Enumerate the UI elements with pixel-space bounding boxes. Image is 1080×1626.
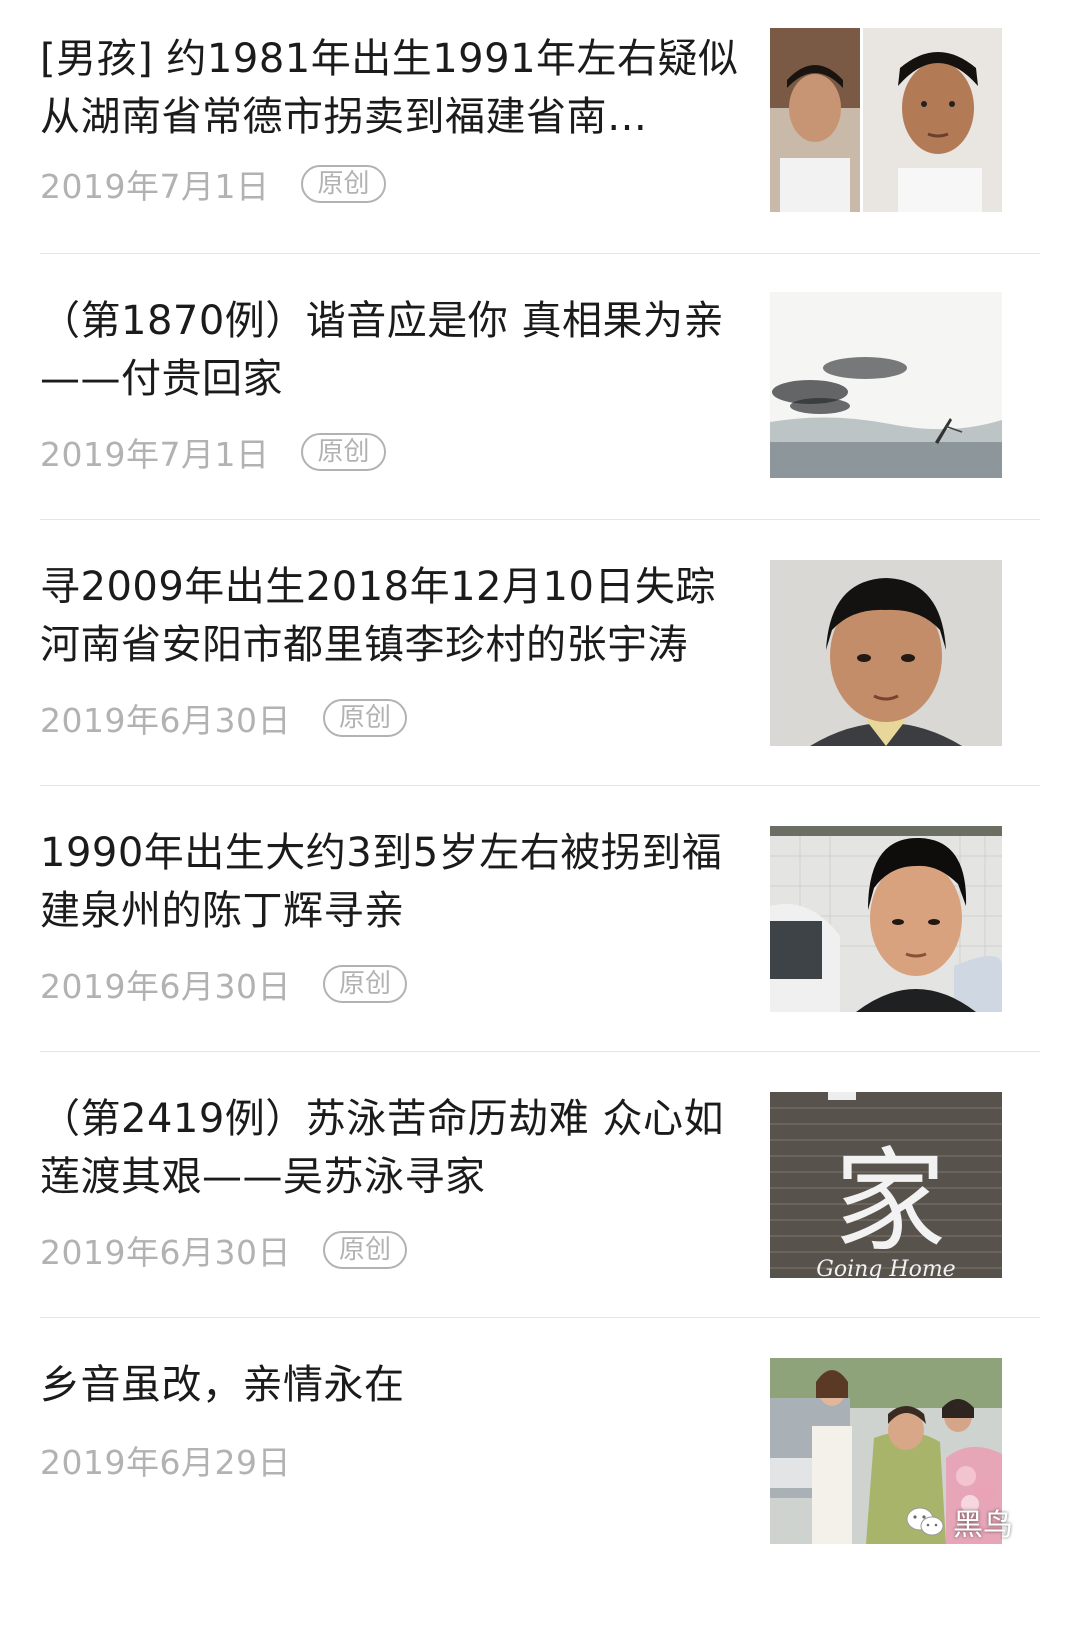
article-item[interactable]: 寻2009年出生2018年12月10日失踪河南省安阳市都里镇李珍村的张宇涛 20… xyxy=(40,520,1040,786)
account-watermark: 黑鸟 xyxy=(905,1500,1013,1544)
article-meta: 2019年7月1日 原创 xyxy=(40,164,386,206)
article-item[interactable]: （第1870例）谐音应是你 真相果为亲——付贵回家 2019年7月1日 原创 xyxy=(40,254,1040,520)
article-date: 2019年6月30日 xyxy=(40,1233,291,1272)
article-date: 2019年6月30日 xyxy=(40,967,291,1006)
original-badge: 原创 xyxy=(322,1231,407,1269)
article-title[interactable]: （第1870例）谐音应是你 真相果为亲——付贵回家 xyxy=(40,292,740,408)
article-thumbnail[interactable] xyxy=(770,826,1002,1012)
article-list: [男孩] 约1981年出生1991年左右疑似从湖南省常德市拐卖到福建省南… 20… xyxy=(0,0,1080,1626)
article-item[interactable]: 乡音虽改，亲情永在 2019年6月29日 xyxy=(40,1318,1040,1626)
article-title[interactable]: （第2419例）苏泳苦命历劫难 众心如莲渡其艰——吴苏泳寻家 xyxy=(40,1090,740,1206)
article-meta: 2019年6月30日 原创 xyxy=(40,698,407,740)
article-meta: 2019年6月29日 xyxy=(40,1440,291,1482)
article-title[interactable]: 1990年出生大约3到5岁左右被拐到福建泉州的陈丁辉寻亲 xyxy=(40,824,740,940)
two-man-portraits-photo xyxy=(770,28,1002,212)
article-item[interactable]: 1990年出生大约3到5岁左右被拐到福建泉州的陈丁辉寻亲 2019年6月30日 … xyxy=(40,786,1040,1052)
article-thumbnail[interactable] xyxy=(770,28,1002,212)
original-badge: 原创 xyxy=(301,433,386,471)
article-date: 2019年7月1日 xyxy=(40,167,270,206)
article-title[interactable]: [男孩] 约1981年出生1991年左右疑似从湖南省常德市拐卖到福建省南… xyxy=(40,30,740,146)
article-date: 2019年7月1日 xyxy=(40,435,270,474)
original-badge: 原创 xyxy=(322,965,407,1003)
article-item[interactable]: [男孩] 约1981年出生1991年左右疑似从湖南省常德市拐卖到福建省南… 20… xyxy=(40,28,1040,254)
article-item[interactable]: （第2419例）苏泳苦命历劫难 众心如莲渡其艰——吴苏泳寻家 2019年6月30… xyxy=(40,1052,1040,1318)
article-title[interactable]: 寻2009年出生2018年12月10日失踪河南省安阳市都里镇李珍村的张宇涛 xyxy=(40,558,740,674)
young-man-selfie-photo xyxy=(770,826,1002,1012)
going-home-poster: 家 Going Home xyxy=(770,1092,1002,1278)
article-meta: 2019年6月30日 原创 xyxy=(40,1230,407,1272)
article-title[interactable]: 乡音虽改，亲情永在 xyxy=(40,1356,740,1414)
article-meta: 2019年6月30日 原创 xyxy=(40,964,407,1006)
watermark-label: 黑鸟 xyxy=(953,1508,1013,1543)
article-thumbnail[interactable] xyxy=(770,292,1002,478)
wechat-icon xyxy=(906,1507,944,1536)
poster-english-title: Going Home xyxy=(816,1257,955,1278)
article-thumbnail[interactable] xyxy=(770,560,1002,746)
article-date: 2019年6月29日 xyxy=(40,1443,291,1482)
article-date: 2019年6月30日 xyxy=(40,701,291,740)
ink-landscape-painting xyxy=(770,292,1002,478)
article-thumbnail[interactable]: 家 Going Home xyxy=(770,1092,1002,1278)
original-badge: 原创 xyxy=(301,165,386,203)
article-meta: 2019年7月1日 原创 xyxy=(40,432,386,474)
original-badge: 原创 xyxy=(322,699,407,737)
poster-title-char: 家 xyxy=(834,1137,946,1267)
boy-portrait-photo xyxy=(770,560,1002,746)
